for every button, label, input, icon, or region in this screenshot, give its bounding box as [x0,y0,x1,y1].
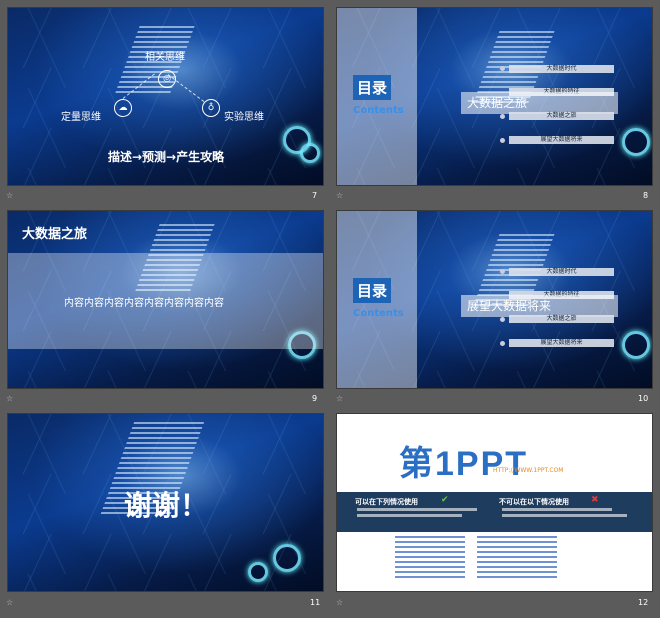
text-line [357,514,462,517]
cloud-icon: ☁ [114,99,132,117]
toc-title: 目录 [353,278,392,303]
star-icon[interactable]: ☆ [6,191,13,200]
slide-thumbnail-10[interactable]: 目录 Contents 大数据时代 大数据的特征 展望大数据将来 大数据之旅 展… [336,210,653,389]
toc-highlight: 展望大数据将来 [461,295,618,317]
slide-thumbnail-12[interactable]: 第1PPT HTTP://WWW.1PPT.COM 可以在下列情况使用 ✔ 不可… [336,413,653,592]
star-icon[interactable]: ☆ [336,598,343,607]
slide-title: 大数据之旅 [22,227,88,242]
slide-number: 11 [310,598,321,607]
ring-graphic [622,331,650,359]
logo-text: 第1PPT [399,445,529,483]
link-list [395,536,465,581]
text-line [502,508,612,511]
link-list [477,536,557,581]
slide-caption: 描述→预测→产生攻略 [108,150,225,164]
star-icon[interactable]: ☆ [336,191,343,200]
toc-item[interactable]: 大数据之旅 [509,112,614,120]
text-line [357,508,477,511]
toc-item[interactable]: 大数据时代 [509,268,614,276]
bulb-icon: ♁ [202,99,220,117]
slide-number: 12 [638,598,649,607]
slide-thumbnail-9[interactable]: 大数据之旅 内容内容内容内容内容内容内容内容 [7,210,324,389]
star-icon[interactable]: ☆ [336,394,343,403]
slide-content: 内容内容内容内容内容内容内容内容 [64,298,224,309]
toc-item[interactable]: 大数据之旅 [509,315,614,323]
bullet-dot [500,138,505,143]
toc-item[interactable]: 展望大数据将来 [509,136,614,144]
toc-item[interactable]: 展望大数据将来 [509,339,614,347]
cross-icon: ✖ [591,495,599,505]
bullet-dot [500,317,505,322]
toc-title: 目录 [353,75,392,100]
ring-graphic [248,562,268,582]
bullet-dot [500,66,505,71]
node-label-left: 定量思维 [61,112,101,123]
star-icon[interactable]: ☆ [6,394,13,403]
node-label-right: 实验思维 [224,112,264,123]
slide-number: 9 [312,394,318,403]
toc-subtitle: Contents [353,308,404,319]
toc-subtitle: Contents [353,105,404,116]
bullet-dot [500,114,505,119]
toc-highlight: 大数据之旅 [461,92,618,114]
slide-thumbnail-8[interactable]: 目录 Contents 大数据时代 大数据的特征 大数据之旅 大数据之旅 展望大… [336,7,653,186]
slide-number: 10 [638,394,649,403]
node-label-top: 相关思维 [145,52,185,63]
bullet-dot [500,269,505,274]
logo-url: HTTP://WWW.1PPT.COM [493,467,564,474]
ring-graphic [300,143,320,163]
can-use-heading: 可以在下列情况使用 [355,498,418,506]
toc-item[interactable]: 大数据时代 [509,65,614,73]
globe-icon: ◎ [158,70,176,88]
logo: 第1PPT [399,436,528,485]
cannot-use-heading: 不可以在以下情况使用 [499,498,569,506]
star-icon[interactable]: ☆ [6,598,13,607]
text-line [502,514,627,517]
ring-graphic [622,128,650,156]
bullet-dot [500,341,505,346]
slide-thumbnail-11[interactable]: 谢谢！ [7,413,324,592]
thanks-text: 谢谢！ [124,489,209,522]
slide-number: 8 [643,191,649,200]
ring-graphic [273,544,301,572]
slide-thumbnail-7[interactable]: ◎ ☁ ♁ 相关思维 定量思维 实验思维 描述→预测→产生攻略 [7,7,324,186]
check-icon: ✔ [441,495,449,505]
slide-number: 7 [312,191,318,200]
